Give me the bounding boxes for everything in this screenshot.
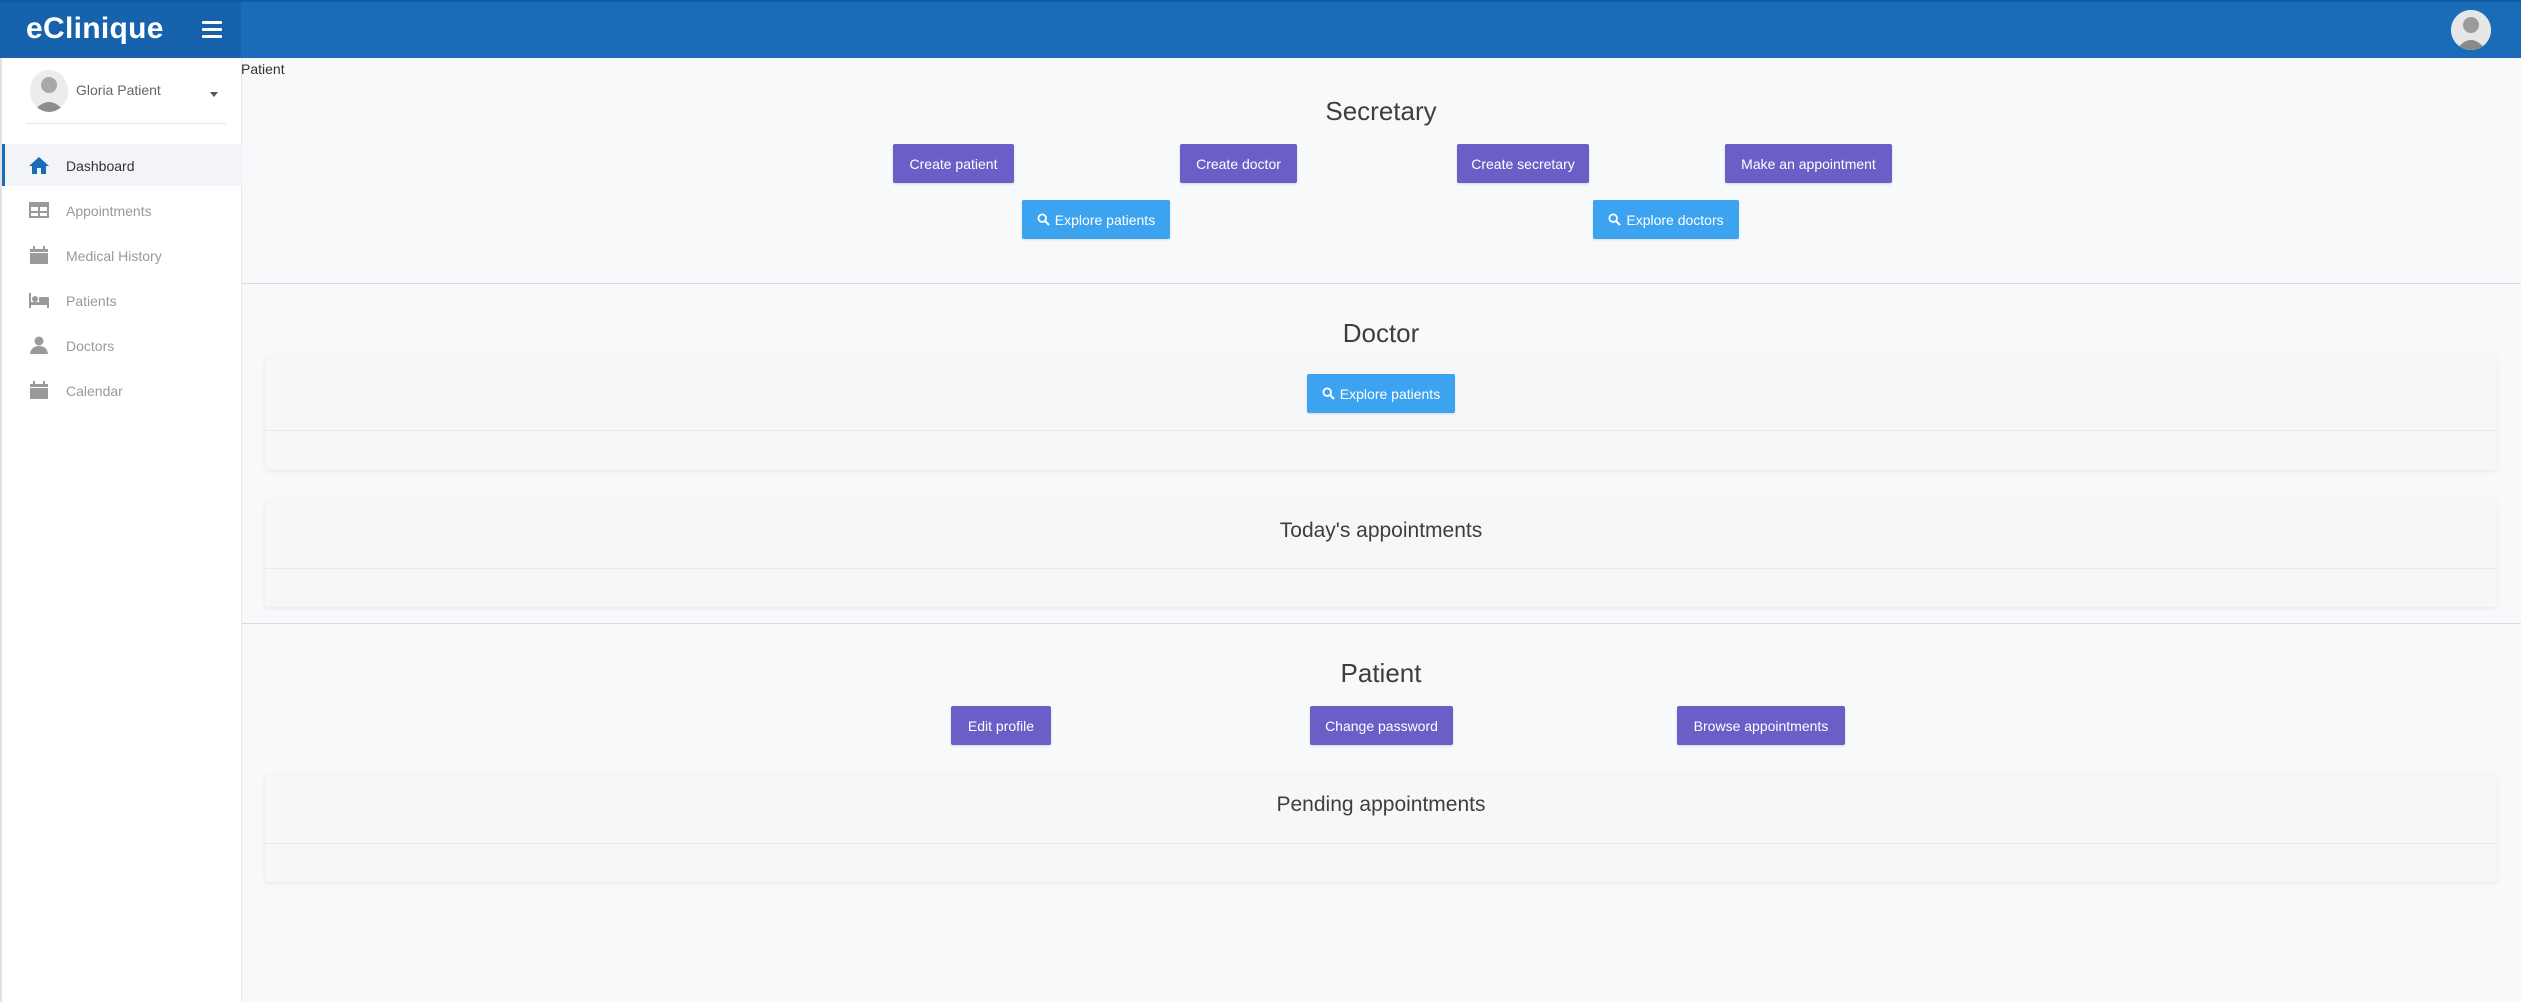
card-divider: [265, 430, 2497, 431]
sidebar-item-label: Patients: [66, 293, 117, 309]
sidebar-profile[interactable]: Gloria Patient: [26, 68, 226, 124]
search-icon: [1322, 387, 1335, 400]
doctor-section-title: Doctor: [1342, 318, 1420, 348]
card-divider: [265, 843, 2497, 844]
search-icon: [1608, 213, 1622, 226]
hamburger-menu-icon[interactable]: [202, 19, 224, 41]
top-navbar: eClinique: [0, 0, 2521, 60]
patient-section-title: Patient: [1340, 658, 1422, 688]
secretary-section-title: Secretary: [1325, 96, 1437, 126]
chevron-down-icon[interactable]: [210, 92, 218, 97]
sidebar-item-dashboard[interactable]: Dashboard: [2, 144, 242, 186]
explore-doctors-button[interactable]: Explore doctors: [1593, 200, 1739, 239]
home-icon: [29, 157, 49, 174]
sidebar-item-doctors[interactable]: Doctors: [2, 324, 242, 366]
brand-block: eClinique: [0, 2, 241, 60]
sidebar-item-appointments[interactable]: Appointments: [2, 189, 242, 231]
pending-appointments-title: Pending appointments: [1276, 793, 1486, 816]
button-label: Explore patients: [1054, 211, 1156, 228]
sidebar-item-label: Dashboard: [66, 158, 135, 174]
sidebar-item-medical-history[interactable]: Medical History: [2, 234, 242, 276]
search-icon: [1037, 213, 1050, 226]
calendar-icon: [30, 246, 48, 264]
sidebar-item-label: Doctors: [66, 338, 115, 354]
sidebar-item-label: Medical History: [66, 248, 162, 264]
todays-appointments-title: Today's appointments: [1279, 519, 1483, 542]
sidebar-item-label: Appointments: [66, 203, 152, 219]
profile-name: Gloria Patient: [76, 82, 161, 98]
doctor-explore-patients-button[interactable]: Explore patients: [1307, 374, 1455, 413]
brand-logo[interactable]: eClinique: [26, 12, 164, 46]
sidebar: Gloria Patient Dashboard Appointments Me…: [0, 58, 242, 1002]
section-divider: [242, 283, 2521, 284]
edit-profile-button[interactable]: Edit profile: [951, 706, 1051, 745]
sidebar-item-patients[interactable]: Patients: [2, 279, 242, 321]
profile-avatar: [30, 70, 68, 112]
browse-appointments-button[interactable]: Browse appointments: [1677, 706, 1845, 745]
sidebar-item-label: Calendar: [66, 383, 123, 399]
create-doctor-button[interactable]: Create doctor: [1180, 144, 1297, 183]
button-label: Explore doctors: [1626, 211, 1724, 228]
change-password-button[interactable]: Change password: [1310, 706, 1453, 745]
button-label: Explore patients: [1339, 385, 1441, 402]
todays-appointments-card: [265, 500, 2497, 607]
table-icon: [29, 202, 49, 218]
make-appointment-button[interactable]: Make an appointment: [1725, 144, 1892, 183]
pending-appointments-card: [265, 775, 2497, 882]
card-divider: [265, 568, 2497, 569]
user-avatar[interactable]: [2451, 10, 2491, 50]
create-secretary-button[interactable]: Create secretary: [1457, 144, 1589, 183]
explore-patients-button[interactable]: Explore patients: [1022, 200, 1170, 239]
create-patient-button[interactable]: Create patient: [893, 144, 1014, 183]
bed-icon: [29, 293, 49, 308]
calendar-icon: [30, 381, 48, 399]
section-divider: [242, 623, 2521, 624]
user-md-icon: [30, 336, 48, 354]
breadcrumb: Patient: [241, 61, 285, 77]
sidebar-item-calendar[interactable]: Calendar: [2, 369, 242, 411]
